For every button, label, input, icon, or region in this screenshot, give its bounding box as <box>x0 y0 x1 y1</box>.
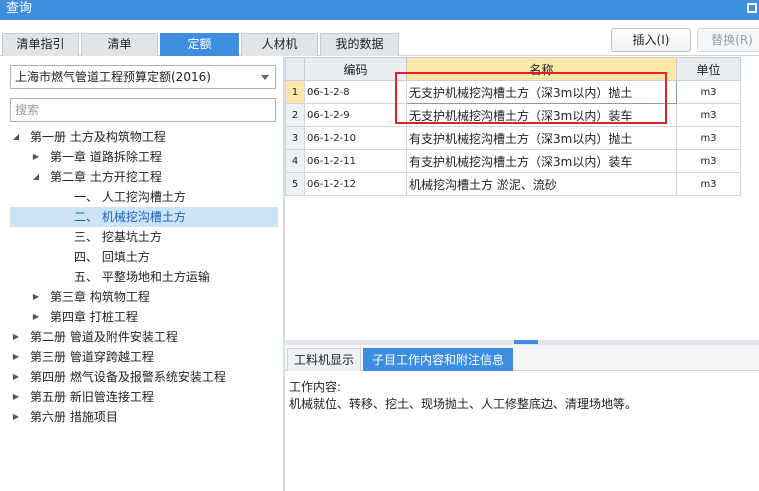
quota-grid: 编码 名称 单位 1 06-1-2-8 无支护机械挖沟槽土方（深3m以内）抛土 m3 2… <box>285 57 759 340</box>
detail-panel: 工料机显示 子目工作内容和附注信息 工作内容: 机械就位、转移、挖土、现场抛土、… <box>285 345 759 491</box>
tree-item-label: 第四册 燃气设备及报警系统安装工程 <box>30 370 226 384</box>
tree-item-label: 四、 回填土方 <box>74 250 150 264</box>
tab-bar: 清单指引 清单 定额 人材机 我的数据 插入(I) 替换(R) <box>0 20 759 56</box>
code-cell[interactable]: 06-1-2-9 <box>304 103 407 127</box>
tree-expand-icon[interactable]: ▶ <box>10 347 22 367</box>
tree-item-label: 第一章 道路拆除工程 <box>50 150 162 164</box>
tree-item-label: 三、 挖基坑土方 <box>74 230 162 244</box>
tree-item-label: 第一册 土方及构筑物工程 <box>30 130 166 144</box>
tree-expand-icon[interactable]: ▶ <box>10 327 22 347</box>
name-cell[interactable]: 有支护机械挖沟槽土方（深3m以内）装车 <box>406 149 677 173</box>
tree-item-label: 五、 平整场地和土方运输 <box>74 270 210 284</box>
window-title: 查询 <box>6 1 33 16</box>
table-row[interactable]: 5 06-1-2-12 机械挖沟槽土方 淤泥、流砂 m3 <box>285 172 741 196</box>
code-cell[interactable]: 06-1-2-8 <box>304 80 407 104</box>
table-row[interactable]: 1 06-1-2-8 无支护机械挖沟槽土方（深3m以内）抛土 m3 <box>285 80 741 104</box>
search-input[interactable] <box>10 98 276 122</box>
column-header-unit[interactable]: 单位 <box>676 57 741 81</box>
tab-labor-material-machine[interactable]: 人材机 <box>241 33 318 56</box>
tree-item-label: 第二册 管道及附件安装工程 <box>30 330 178 344</box>
table-row[interactable]: 3 06-1-2-10 有支护机械挖沟槽土方（深3m以内）抛土 m3 <box>285 126 741 150</box>
tree-item[interactable]: ▶ 第二册 管道及附件安装工程 <box>10 327 278 347</box>
table-row[interactable]: 2 06-1-2-9 无支护机械挖沟槽土方（深3m以内）装车 m3 <box>285 103 741 127</box>
detail-tab-bar: 工料机显示 子目工作内容和附注信息 <box>285 345 759 371</box>
row-number-cell[interactable]: 2 <box>285 103 305 127</box>
unit-cell[interactable]: m3 <box>676 80 741 104</box>
tab-quota[interactable]: 定额 <box>160 33 239 56</box>
tree-expand-icon[interactable]: ▶ <box>30 287 42 307</box>
unit-cell[interactable]: m3 <box>676 103 741 127</box>
library-select-value: 上海市燃气管道工程预算定额(2016) <box>15 70 211 84</box>
name-cell[interactable]: 无支护机械挖沟槽土方（深3m以内）抛土 <box>406 80 677 104</box>
tree-item-label: 第三册 管道穿跨越工程 <box>30 350 154 364</box>
tree-item[interactable]: ◢ 第一册 土方及构筑物工程 <box>10 127 278 147</box>
insert-button[interactable]: 插入(I) <box>611 28 691 52</box>
tree-item-label: 第五册 新旧管连接工程 <box>30 390 154 404</box>
name-cell[interactable]: 机械挖沟槽土方 淤泥、流砂 <box>406 172 677 196</box>
code-cell[interactable]: 06-1-2-11 <box>304 149 407 173</box>
tree-item-label: 第六册 措施项目 <box>30 410 118 424</box>
name-cell[interactable]: 无支护机械挖沟槽土方（深3m以内）装车 <box>406 103 677 127</box>
tree-expand-icon[interactable]: ▶ <box>30 307 42 327</box>
tree-expand-icon[interactable]: ▶ <box>30 147 42 167</box>
row-number-cell[interactable]: 4 <box>285 149 305 173</box>
name-cell[interactable]: 有支护机械挖沟槽土方（深3m以内）抛土 <box>406 126 677 150</box>
tree-item[interactable]: 二、 机械挖沟槽土方 <box>10 207 278 227</box>
work-content-text: 机械就位、转移、挖土、现场抛土、人工修整底边、清理场地等。 <box>289 397 638 411</box>
tree-expand-icon[interactable]: ▶ <box>10 367 22 387</box>
replace-button[interactable]: 替换(R) <box>697 28 759 52</box>
tree-item[interactable]: 四、 回填土方 <box>10 247 278 267</box>
tree-item-label: 二、 机械挖沟槽土方 <box>74 210 186 224</box>
splitter-grip[interactable] <box>514 340 538 344</box>
maximize-icon[interactable] <box>747 3 757 13</box>
tree-item[interactable]: ◢ 第二章 土方开挖工程 <box>10 167 278 187</box>
unit-cell[interactable]: m3 <box>676 172 741 196</box>
tree-item[interactable]: ▶ 第三册 管道穿跨越工程 <box>10 347 278 367</box>
tab-bill-guide[interactable]: 清单指引 <box>2 33 79 56</box>
tree-item-label: 一、 人工挖沟槽土方 <box>74 190 186 204</box>
library-select[interactable]: 上海市燃气管道工程预算定额(2016) <box>10 65 276 89</box>
table-header-row: 编码 名称 单位 <box>285 57 741 81</box>
tab-my-data[interactable]: 我的数据 <box>320 33 399 56</box>
tree-expand-icon[interactable]: ▶ <box>10 387 22 407</box>
unit-cell[interactable]: m3 <box>676 149 741 173</box>
tab-bill[interactable]: 清单 <box>81 33 158 56</box>
row-number-header <box>285 57 305 81</box>
tree-item-label: 第二章 土方开挖工程 <box>50 170 162 184</box>
tree-item[interactable]: ▶ 第五册 新旧管连接工程 <box>10 387 278 407</box>
work-content: 工作内容: 机械就位、转移、挖土、现场抛土、人工修整底边、清理场地等。 <box>289 379 755 413</box>
tree-item[interactable]: 一、 人工挖沟槽土方 <box>10 187 278 207</box>
column-header-code[interactable]: 编码 <box>304 57 407 81</box>
chapter-tree: ◢ 第一册 土方及构筑物工程 ▶ 第一章 道路拆除工程 ◢ 第二章 土方开挖工程一、 人工… <box>10 127 278 427</box>
tree-item[interactable]: ▶ 第四册 燃气设备及报警系统安装工程 <box>10 367 278 387</box>
tree-collapse-icon[interactable]: ◢ <box>10 127 22 147</box>
tree-expand-icon[interactable]: ▶ <box>10 407 22 427</box>
tab-labor-material-display[interactable]: 工料机显示 <box>287 348 361 371</box>
code-cell[interactable]: 06-1-2-10 <box>304 126 407 150</box>
quota-table: 编码 名称 单位 1 06-1-2-8 无支护机械挖沟槽土方（深3m以内）抛土 m3 2… <box>285 57 741 196</box>
chevron-down-icon <box>261 75 269 80</box>
tree-item[interactable]: ▶ 第六册 措施项目 <box>10 407 278 427</box>
unit-cell[interactable]: m3 <box>676 126 741 150</box>
row-number-cell[interactable]: 5 <box>285 172 305 196</box>
tree-collapse-icon[interactable]: ◢ <box>30 167 42 187</box>
tree-item[interactable]: ▶ 第四章 打桩工程 <box>10 307 278 327</box>
tree-item-label: 第四章 打桩工程 <box>50 310 138 324</box>
tree-item-label: 第三章 构筑物工程 <box>50 290 150 304</box>
work-content-title: 工作内容: <box>289 380 342 394</box>
window-titlebar: 查询 <box>0 0 759 20</box>
tree-item[interactable]: ▶ 第三章 构筑物工程 <box>10 287 278 307</box>
code-cell[interactable]: 06-1-2-12 <box>304 172 407 196</box>
column-header-name[interactable]: 名称 <box>406 57 677 81</box>
row-number-cell[interactable]: 1 <box>285 80 305 104</box>
left-panel: 上海市燃气管道工程预算定额(2016) ◢ 第一册 土方及构筑物工程 ▶ 第一章 道路… <box>0 57 283 491</box>
table-row[interactable]: 4 06-1-2-11 有支护机械挖沟槽土方（深3m以内）装车 m3 <box>285 149 741 173</box>
row-number-cell[interactable]: 3 <box>285 126 305 150</box>
tree-item[interactable]: 五、 平整场地和土方运输 <box>10 267 278 287</box>
tree-item[interactable]: 三、 挖基坑土方 <box>10 227 278 247</box>
tree-item[interactable]: ▶ 第一章 道路拆除工程 <box>10 147 278 167</box>
tab-work-content-notes[interactable]: 子目工作内容和附注信息 <box>363 348 513 371</box>
